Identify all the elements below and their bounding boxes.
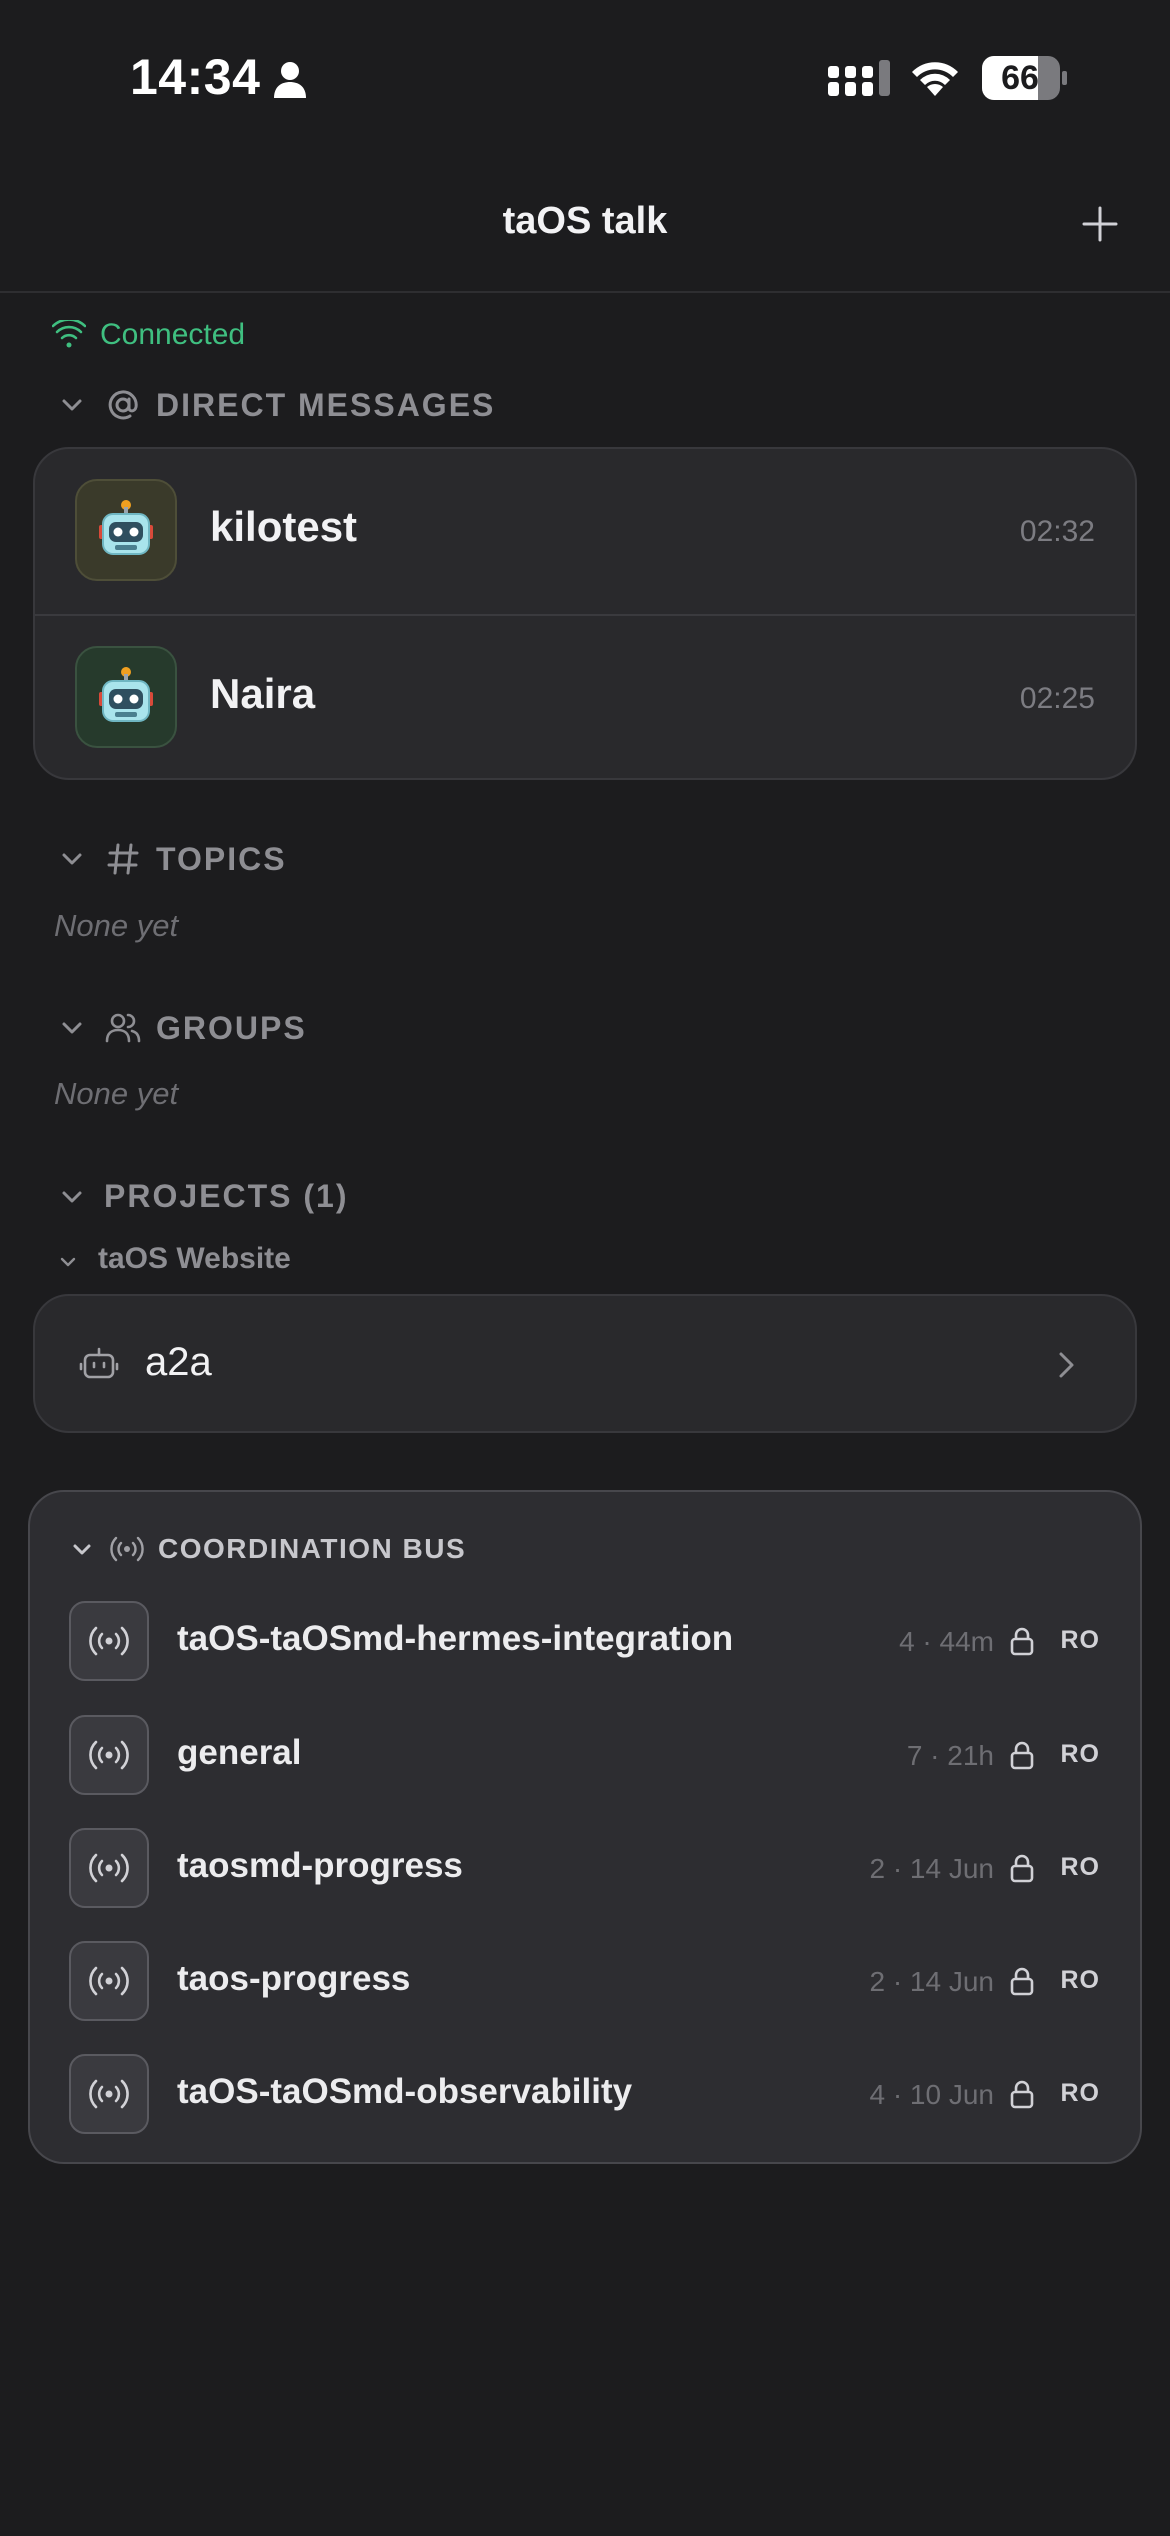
channel-icon-badge bbox=[69, 1601, 149, 1681]
read-only-badge: RO bbox=[1060, 1626, 1100, 1654]
channel-name: taosmd-progress bbox=[177, 1846, 463, 1885]
broadcast-icon bbox=[89, 1626, 129, 1656]
app-screen: 14:34 66 taOS talk Connected DIRECT MESS… bbox=[0, 0, 1170, 2536]
groups-empty-text: None yet bbox=[54, 1076, 179, 1111]
channel-name: general bbox=[177, 1733, 302, 1772]
bus-channel-row[interactable]: taos-progress 2 · 14 Jun RO bbox=[30, 1932, 1140, 2032]
bus-channel-row[interactable]: taOS-taOSmd-observability 4 · 10 Jun RO bbox=[30, 2045, 1140, 2145]
read-only-badge: RO bbox=[1060, 1966, 1100, 1994]
avatar bbox=[75, 646, 177, 748]
dm-item-naira[interactable]: Naira 02:25 bbox=[35, 614, 1135, 778]
project-item-label: a2a bbox=[145, 1340, 212, 1384]
broadcast-icon bbox=[89, 1853, 129, 1883]
bot-icon bbox=[79, 1347, 119, 1379]
dm-time: 02:32 bbox=[1019, 515, 1095, 548]
chevron-right-icon bbox=[1059, 1352, 1074, 1378]
lock-icon bbox=[1010, 1854, 1034, 1883]
coordination-bus-panel: COORDINATION BUS taOS-taOSmd-hermes-inte… bbox=[28, 1490, 1142, 2164]
robot-emoji-icon bbox=[99, 500, 153, 555]
projects-section-label: PROJECTS (1) bbox=[104, 1178, 349, 1214]
connection-label: Connected bbox=[100, 318, 246, 351]
lock-icon bbox=[1010, 1627, 1034, 1656]
project-item-a2a[interactable]: a2a bbox=[33, 1294, 1137, 1433]
channel-icon-badge bbox=[69, 1941, 149, 2021]
avatar bbox=[75, 479, 177, 581]
read-only-badge: RO bbox=[1060, 2079, 1100, 2107]
groups-section-header[interactable]: GROUPS bbox=[58, 1009, 307, 1047]
chevron-down-icon[interactable] bbox=[58, 1252, 78, 1272]
read-only-badge: RO bbox=[1060, 1740, 1100, 1768]
users-icon bbox=[105, 1013, 141, 1043]
channel-name: taOS-taOSmd-observability bbox=[177, 2072, 633, 2111]
dm-section-header[interactable]: DIRECT MESSAGES bbox=[58, 386, 495, 424]
robot-emoji-icon bbox=[99, 667, 153, 722]
project-name[interactable]: taOS Website bbox=[98, 1242, 291, 1276]
groups-section-label: GROUPS bbox=[156, 1009, 307, 1046]
channel-name: taOS-taOSmd-hermes-integration bbox=[177, 1619, 734, 1658]
chevron-down-icon bbox=[62, 1191, 82, 1202]
lock-icon bbox=[1010, 1967, 1034, 1996]
dm-time: 02:25 bbox=[1019, 682, 1095, 715]
status-time: 14:34 bbox=[130, 49, 261, 105]
page-title: taOS talk bbox=[502, 200, 668, 242]
bus-channel-row[interactable]: taosmd-progress 2 · 14 Jun RO bbox=[30, 1819, 1140, 1919]
broadcast-icon bbox=[89, 1740, 129, 1770]
connection-status: Connected bbox=[52, 318, 245, 352]
broadcast-icon bbox=[110, 1536, 144, 1562]
bus-channel-row[interactable]: taOS-taOSmd-hermes-integration 4 · 44m RO bbox=[30, 1592, 1140, 1692]
topics-section-header[interactable]: TOPICS bbox=[58, 840, 287, 878]
chevron-down-icon bbox=[62, 853, 82, 865]
wifi-status-icon bbox=[52, 320, 86, 348]
chevron-down-icon bbox=[73, 1544, 91, 1555]
at-sign-icon bbox=[108, 390, 138, 420]
chevron-down-icon bbox=[62, 1022, 82, 1034]
coordination-bus-title: COORDINATION BUS bbox=[158, 1533, 467, 1564]
read-only-badge: RO bbox=[1060, 1853, 1100, 1881]
cellular-signal-icon bbox=[828, 60, 890, 96]
channel-meta: 4 · 44m bbox=[899, 1626, 994, 1657]
channel-name: taos-progress bbox=[177, 1959, 411, 1998]
dm-list: kilotest 02:32 Naira 02:25 bbox=[33, 447, 1137, 780]
status-bar: 14:34 66 bbox=[0, 0, 1170, 150]
channel-meta: 7 · 21h bbox=[906, 1740, 994, 1771]
header-divider bbox=[0, 291, 1170, 293]
lock-icon bbox=[1010, 1741, 1034, 1770]
channel-icon-badge bbox=[69, 1715, 149, 1795]
projects-section-header[interactable]: PROJECTS (1) bbox=[58, 1178, 348, 1215]
channel-icon-badge bbox=[69, 1828, 149, 1908]
dm-name: Naira bbox=[210, 670, 316, 717]
topics-section-label: TOPICS bbox=[156, 840, 287, 877]
person-icon bbox=[274, 62, 306, 98]
dm-name: kilotest bbox=[210, 503, 358, 550]
battery-level: 66 bbox=[1001, 59, 1039, 97]
plus-icon[interactable] bbox=[1080, 204, 1120, 244]
lock-icon bbox=[1010, 2080, 1034, 2109]
wifi-icon bbox=[912, 62, 958, 96]
dm-section-label: DIRECT MESSAGES bbox=[156, 386, 496, 423]
bus-channel-row[interactable]: general 7 · 21h RO bbox=[30, 1706, 1140, 1806]
chevron-down-icon bbox=[62, 399, 82, 411]
broadcast-icon bbox=[89, 2079, 129, 2109]
channel-meta: 2 · 14 Jun bbox=[869, 1966, 994, 1997]
topics-empty-text: None yet bbox=[54, 908, 179, 943]
channel-meta: 4 · 10 Jun bbox=[869, 2079, 994, 2110]
broadcast-icon bbox=[89, 1966, 129, 1996]
dm-item-kilotest[interactable]: kilotest 02:32 bbox=[35, 449, 1135, 614]
channel-icon-badge bbox=[69, 2054, 149, 2134]
channel-meta: 2 · 14 Jun bbox=[869, 1853, 994, 1884]
hash-icon bbox=[107, 843, 139, 875]
coordination-bus-header[interactable]: COORDINATION BUS bbox=[70, 1532, 466, 1566]
